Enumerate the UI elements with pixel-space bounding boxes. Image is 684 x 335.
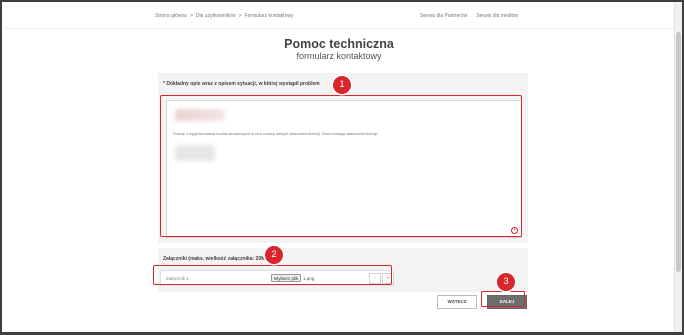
breadcrumb: Strona główna > Dla użytkowników > Formularz… — [155, 13, 293, 19]
highlight-next-button — [481, 291, 525, 307]
breadcrumb-separator: > — [189, 13, 193, 19]
step-marker-1: 1 — [333, 76, 351, 94]
page-title: Pomoc techniczna — [284, 37, 394, 51]
highlight-attachment — [153, 265, 392, 285]
highlight-description — [160, 95, 522, 237]
back-button[interactable]: WSTECZ — [437, 295, 477, 309]
breadcrumb-users[interactable]: Dla użytkowników — [196, 13, 236, 19]
step-marker-3: 3 — [497, 273, 515, 291]
breadcrumb-separator: > — [238, 13, 242, 19]
scrollbar[interactable] — [674, 2, 682, 332]
top-links: Serwis dla Partnerów Serwis dla mediów — [420, 13, 518, 19]
media-link[interactable]: Serwis dla mediów — [476, 13, 518, 19]
description-label: * Dokładny opis wraz z opisem sytuacji, … — [163, 81, 320, 87]
scroll-thumb[interactable] — [676, 32, 681, 272]
partners-link[interactable]: Serwis dla Partnerów — [420, 13, 467, 19]
page-subtitle: formularz kontaktowy — [296, 51, 382, 61]
top-bar: Strona główna > Dla użytkowników > Formularz… — [4, 3, 674, 29]
breadcrumb-current: Formularz kontaktowy — [244, 13, 294, 19]
step-marker-2: 2 — [265, 246, 283, 264]
breadcrumb-home[interactable]: Strona główna — [155, 13, 187, 19]
attachments-label: Załączniki (maks. wielkość załącznika: 2… — [163, 256, 271, 262]
